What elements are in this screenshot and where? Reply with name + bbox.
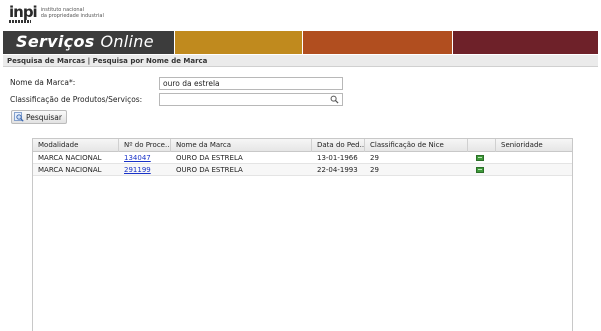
cell-classificacao: 29 (370, 166, 379, 174)
table-row[interactable]: MARCA NACIONAL 291199 OURO DA ESTRELA 22… (33, 164, 572, 176)
banner-title-part2: Online (100, 32, 154, 51)
column-header-document[interactable] (468, 139, 496, 152)
document-icon[interactable] (476, 155, 484, 161)
breadcrumb: Pesquisa de Marcas | Pesquisa por Nome d… (3, 55, 598, 67)
cell-numero: 134047 (119, 152, 171, 164)
cell-classificacao: 29 (370, 154, 379, 162)
table-row[interactable]: MARCA NACIONAL 134047 OURO DA ESTRELA 13… (33, 152, 572, 164)
cell-data: 22-04-1993 (317, 166, 358, 174)
column-header-data[interactable]: Data do Ped... (312, 139, 365, 152)
column-header-modalidade[interactable]: Modalidade (33, 139, 119, 152)
banner-divider (174, 31, 175, 54)
logo-line-2: da propriedade industrial (40, 13, 104, 19)
search-button[interactable]: Pesquisar (11, 110, 67, 124)
cell-numero: 291199 (119, 164, 171, 176)
classification-input[interactable] (159, 93, 343, 106)
logo-header: inpi instituto nacional da propriedade i… (3, 0, 598, 30)
cell-nome: OURO DA ESTRELA (176, 166, 243, 174)
cell-nome: OURO DA ESTRELA (176, 154, 243, 162)
document-icon[interactable] (476, 167, 484, 173)
logo-dots-icon (9, 20, 31, 23)
banner-title: Serviços Online (16, 32, 154, 51)
search-button-label: Pesquisar (26, 112, 62, 122)
grid-header: Modalidade Nº do Proce... Nome da Marca … (33, 139, 572, 152)
classification-label: Classificação de Produtos/Serviços: (10, 95, 143, 104)
magnifier-icon (14, 112, 24, 122)
search-icon[interactable] (330, 95, 339, 104)
page: inpi instituto nacional da propriedade i… (3, 0, 598, 331)
column-header-numero[interactable]: Nº do Proce... (119, 139, 171, 152)
banner-segment-orange (302, 31, 452, 54)
logo-text: instituto nacional da propriedade indust… (41, 7, 104, 19)
cell-data: 13-01-1966 (317, 154, 358, 162)
services-banner: Serviços Online (3, 31, 598, 54)
cell-modalidade: MARCA NACIONAL (38, 166, 102, 174)
banner-segment-gold (174, 31, 302, 54)
cell-modalidade: MARCA NACIONAL (38, 154, 102, 162)
column-header-nome[interactable]: Nome da Marca (171, 139, 312, 152)
inpi-logo[interactable]: inpi instituto nacional da propriedade i… (9, 3, 104, 23)
process-number-link[interactable]: 291199 (124, 166, 151, 174)
brand-name-label: Nome da Marca*: (10, 78, 76, 87)
banner-divider (302, 31, 303, 54)
cell-senioridade (496, 152, 572, 164)
column-header-classificacao[interactable]: Classificação de Nice (365, 139, 468, 152)
banner-divider (452, 31, 453, 54)
banner-title-part1: Serviços (16, 32, 101, 51)
logo-mark: inpi (9, 3, 38, 21)
cell-senioridade (496, 164, 572, 176)
banner-segment-dark: Serviços Online (3, 31, 174, 54)
banner-segment-maroon (452, 31, 598, 54)
process-number-link[interactable]: 134047 (124, 154, 151, 162)
column-header-senioridade[interactable]: Senioridade (496, 139, 572, 152)
brand-name-input[interactable] (159, 77, 343, 90)
results-grid: Modalidade Nº do Proce... Nome da Marca … (32, 138, 573, 331)
